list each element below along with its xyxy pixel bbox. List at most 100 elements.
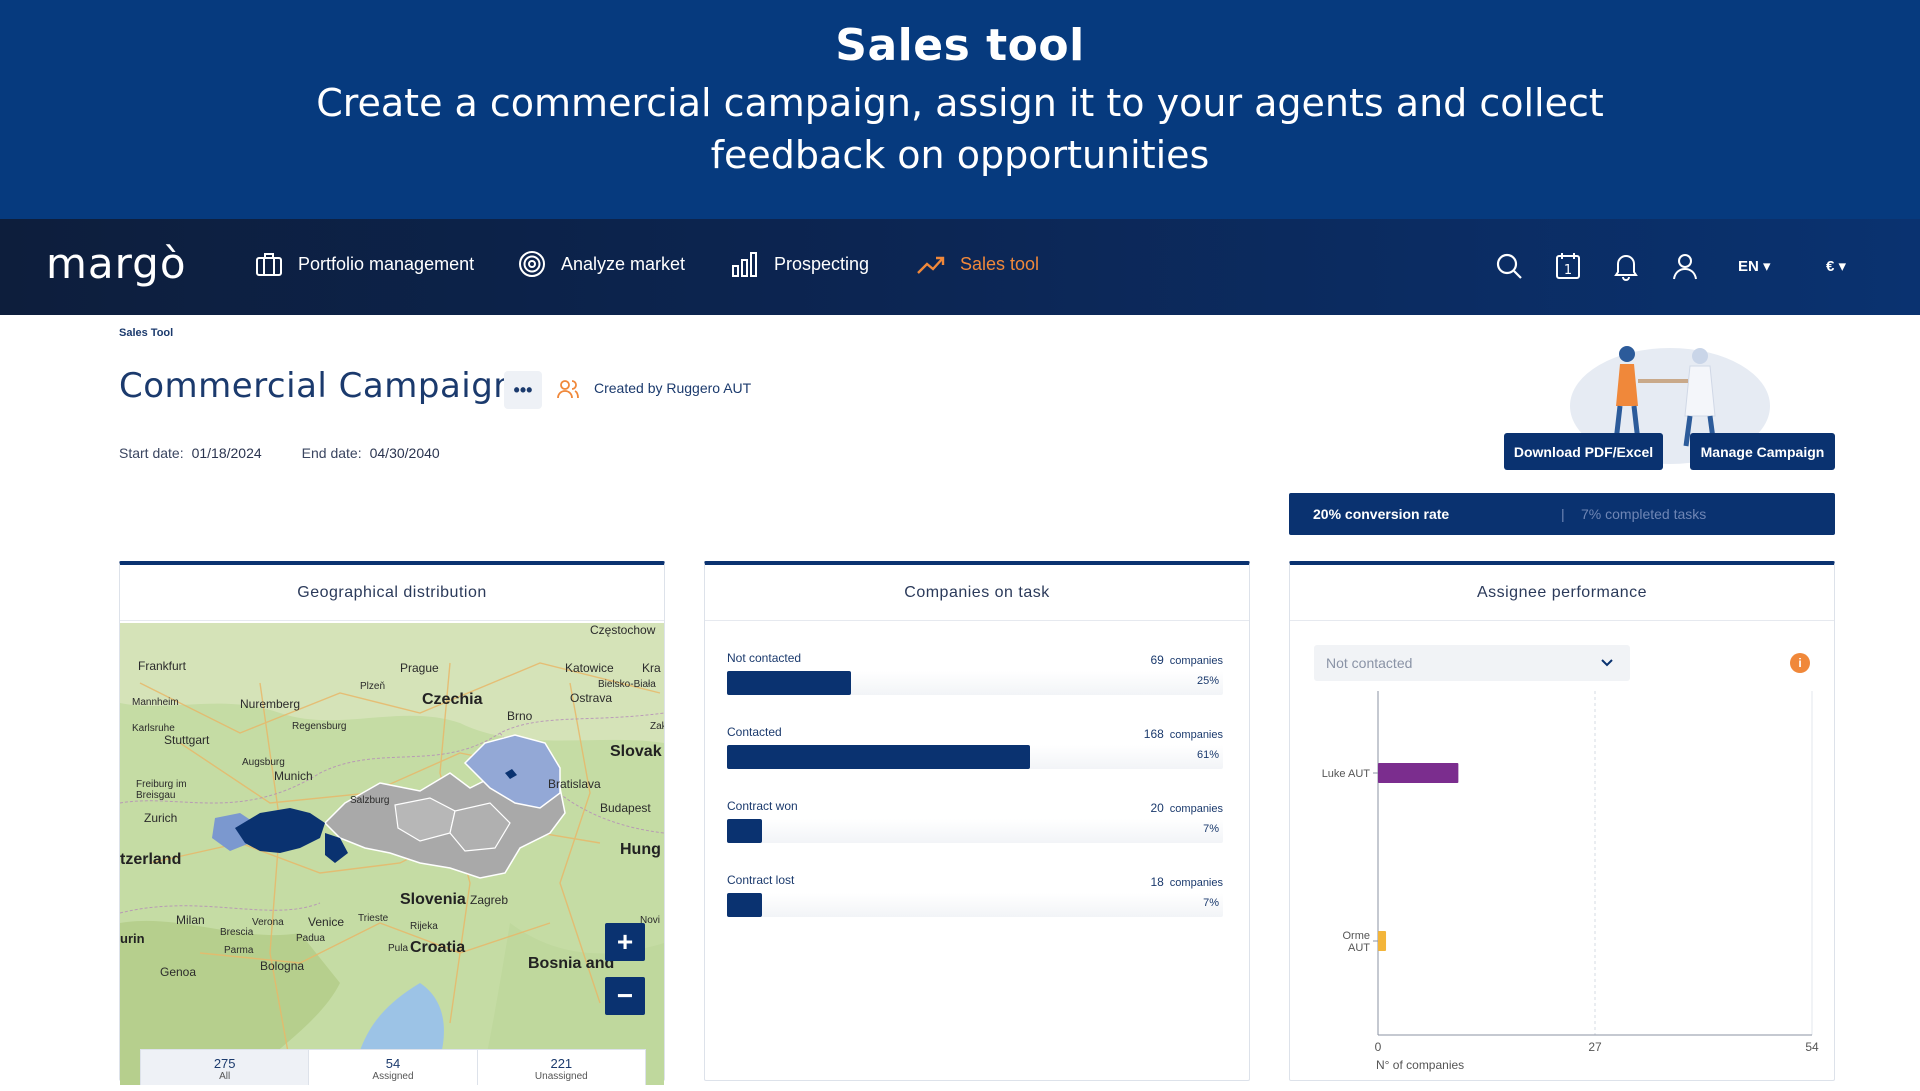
y-tick-label: Orme: [1343, 930, 1371, 942]
language-select[interactable]: EN ▾: [1738, 257, 1771, 275]
map-label: Freiburg im Breisgau: [136, 779, 187, 801]
map-view[interactable]: Częstochow Frankfurt Prague Katowice Kra…: [120, 623, 664, 1085]
x-tick-label: 0: [1375, 1040, 1382, 1054]
nav-sales-tool[interactable]: Sales tool: [916, 249, 1039, 279]
created-by: Created by Ruggero AUT: [594, 380, 752, 396]
task-label: Contacted: [727, 725, 782, 739]
map-label: Częstochow: [590, 623, 656, 637]
nav-label: Analyze market: [561, 253, 686, 274]
zoom-out-button[interactable]: −: [605, 977, 645, 1015]
assignee-bar-chart: Luke AUT OrmeAUT 0 27 54 N° of companies: [1322, 691, 1819, 1072]
y-tick-label: AUT: [1348, 942, 1370, 954]
companies-on-task-card: Companies on task Not contacted 69 compani…: [704, 561, 1250, 1081]
map-label: Czechia: [422, 691, 483, 708]
banner-subtitle-line1: Create a commercial campaign, assign it …: [316, 81, 1604, 125]
map-label: Slovak: [610, 743, 662, 760]
users-icon: [557, 380, 579, 399]
bell-icon[interactable]: [1611, 251, 1641, 281]
map-label: Mannheim: [132, 697, 179, 708]
map-label: Ostrava: [570, 691, 613, 705]
search-icon[interactable]: [1494, 251, 1524, 281]
geo-distribution-card: Geographical distribution Częstochow Fra…: [119, 561, 665, 1085]
nav-prospecting[interactable]: Prospecting: [730, 249, 869, 279]
geo-card-title: Geographical distribution: [120, 565, 664, 621]
map-label: Pula: [388, 943, 409, 954]
nav-label: Prospecting: [774, 253, 870, 274]
user-icon[interactable]: [1670, 251, 1700, 281]
margo-logo[interactable]: margò: [46, 239, 187, 288]
nav-analyze-market[interactable]: Analyze market: [517, 249, 685, 279]
info-icon[interactable]: i: [1790, 653, 1810, 673]
map-label: Nuremberg: [240, 697, 301, 711]
tasks-card-title: Companies on task: [705, 565, 1249, 621]
select-value: Not contacted: [1326, 655, 1413, 671]
task-fill: [727, 893, 762, 917]
map-label: Verona: [252, 917, 284, 928]
task-percent: 7%: [1203, 897, 1219, 909]
task-count-value: 20: [1150, 801, 1164, 815]
manage-campaign-button[interactable]: Manage Campaign: [1690, 433, 1835, 470]
target-icon: [519, 251, 545, 277]
map-label: Bielsko-Biała: [598, 679, 656, 690]
tab-count: 275: [213, 1056, 236, 1071]
task-count-unit: companies: [1169, 729, 1223, 741]
map-label: Stuttgart: [164, 733, 210, 747]
map-label: Plzeň: [360, 681, 386, 692]
task-count: 168 companies: [1144, 727, 1223, 741]
conversion-rate: 20% conversion rate: [1313, 506, 1450, 522]
stats-separator: |: [1561, 506, 1565, 522]
tab-count: 54: [385, 1056, 401, 1071]
start-date-label: Start date:: [119, 445, 184, 461]
bar: [1378, 931, 1387, 951]
map-label: Prague: [400, 661, 439, 675]
top-navbar: margò Portfolio management Analyze marke…: [0, 219, 1920, 315]
map-label: Zak: [650, 721, 664, 732]
breadcrumb[interactable]: Sales Tool: [119, 327, 173, 339]
map-label: Frankfurt: [138, 659, 187, 673]
currency-select[interactable]: € ▾: [1826, 257, 1846, 275]
task-count-value: 18: [1150, 875, 1164, 889]
page-title: Commercial Campaign: [119, 366, 516, 406]
task-fill: [727, 819, 762, 843]
map-label: Venice: [308, 915, 345, 929]
map-label: Brno: [507, 709, 533, 723]
map-label: Brescia: [220, 927, 254, 938]
task-row[interactable]: Contacted 168 companies 61%: [727, 725, 1223, 785]
map-label: Augsburg: [242, 757, 285, 768]
map-label: Trieste: [358, 913, 389, 924]
map-label: Milan: [176, 913, 205, 927]
task-count-unit: companies: [1169, 803, 1223, 815]
task-row[interactable]: Contract lost 18 companies 7%: [727, 873, 1223, 933]
status-filter-select[interactable]: Not contacted: [1314, 645, 1630, 681]
task-track: [727, 893, 1223, 917]
task-count: 69 companies: [1150, 653, 1223, 667]
task-row[interactable]: Contract won 20 companies 7%: [727, 799, 1223, 859]
task-row[interactable]: Not contacted 69 companies 25%: [727, 651, 1223, 711]
zoom-in-button[interactable]: +: [605, 923, 645, 961]
map-label: Parma: [224, 945, 254, 956]
task-count-unit: companies: [1169, 655, 1223, 667]
chevron-down-icon: [1601, 659, 1613, 667]
promo-banner: Sales tool Create a commercial campaign,…: [0, 0, 1920, 219]
map-label: tzerland: [120, 851, 182, 868]
nav-portfolio-management[interactable]: Portfolio management: [254, 249, 474, 279]
x-axis-label: N° of companies: [1376, 1058, 1464, 1072]
map-label: Zagreb: [470, 893, 509, 907]
campaign-dates: Start date: 01/18/2024 End date: 04/30/204…: [119, 445, 440, 461]
task-count-unit: companies: [1169, 877, 1223, 889]
svg-text:1: 1: [1564, 263, 1572, 278]
task-count: 20 companies: [1150, 801, 1223, 815]
tab-label: All: [219, 1071, 231, 1082]
completed-tasks: 7% completed tasks: [1581, 506, 1707, 522]
map-label: urin: [120, 931, 145, 946]
download-pdf-excel-button[interactable]: Download PDF/Excel: [1504, 433, 1663, 470]
tab-label: Assigned: [372, 1071, 414, 1082]
briefcase-icon: [256, 253, 282, 276]
map-label: Katowice: [565, 661, 614, 675]
bar: [1378, 763, 1459, 783]
map-label: Rijeka: [410, 921, 438, 932]
start-date-value: 01/18/2024: [191, 445, 262, 461]
more-options-button[interactable]: •••: [504, 371, 542, 409]
calendar-icon[interactable]: 1: [1553, 251, 1583, 281]
map-label: Budapest: [600, 801, 651, 815]
